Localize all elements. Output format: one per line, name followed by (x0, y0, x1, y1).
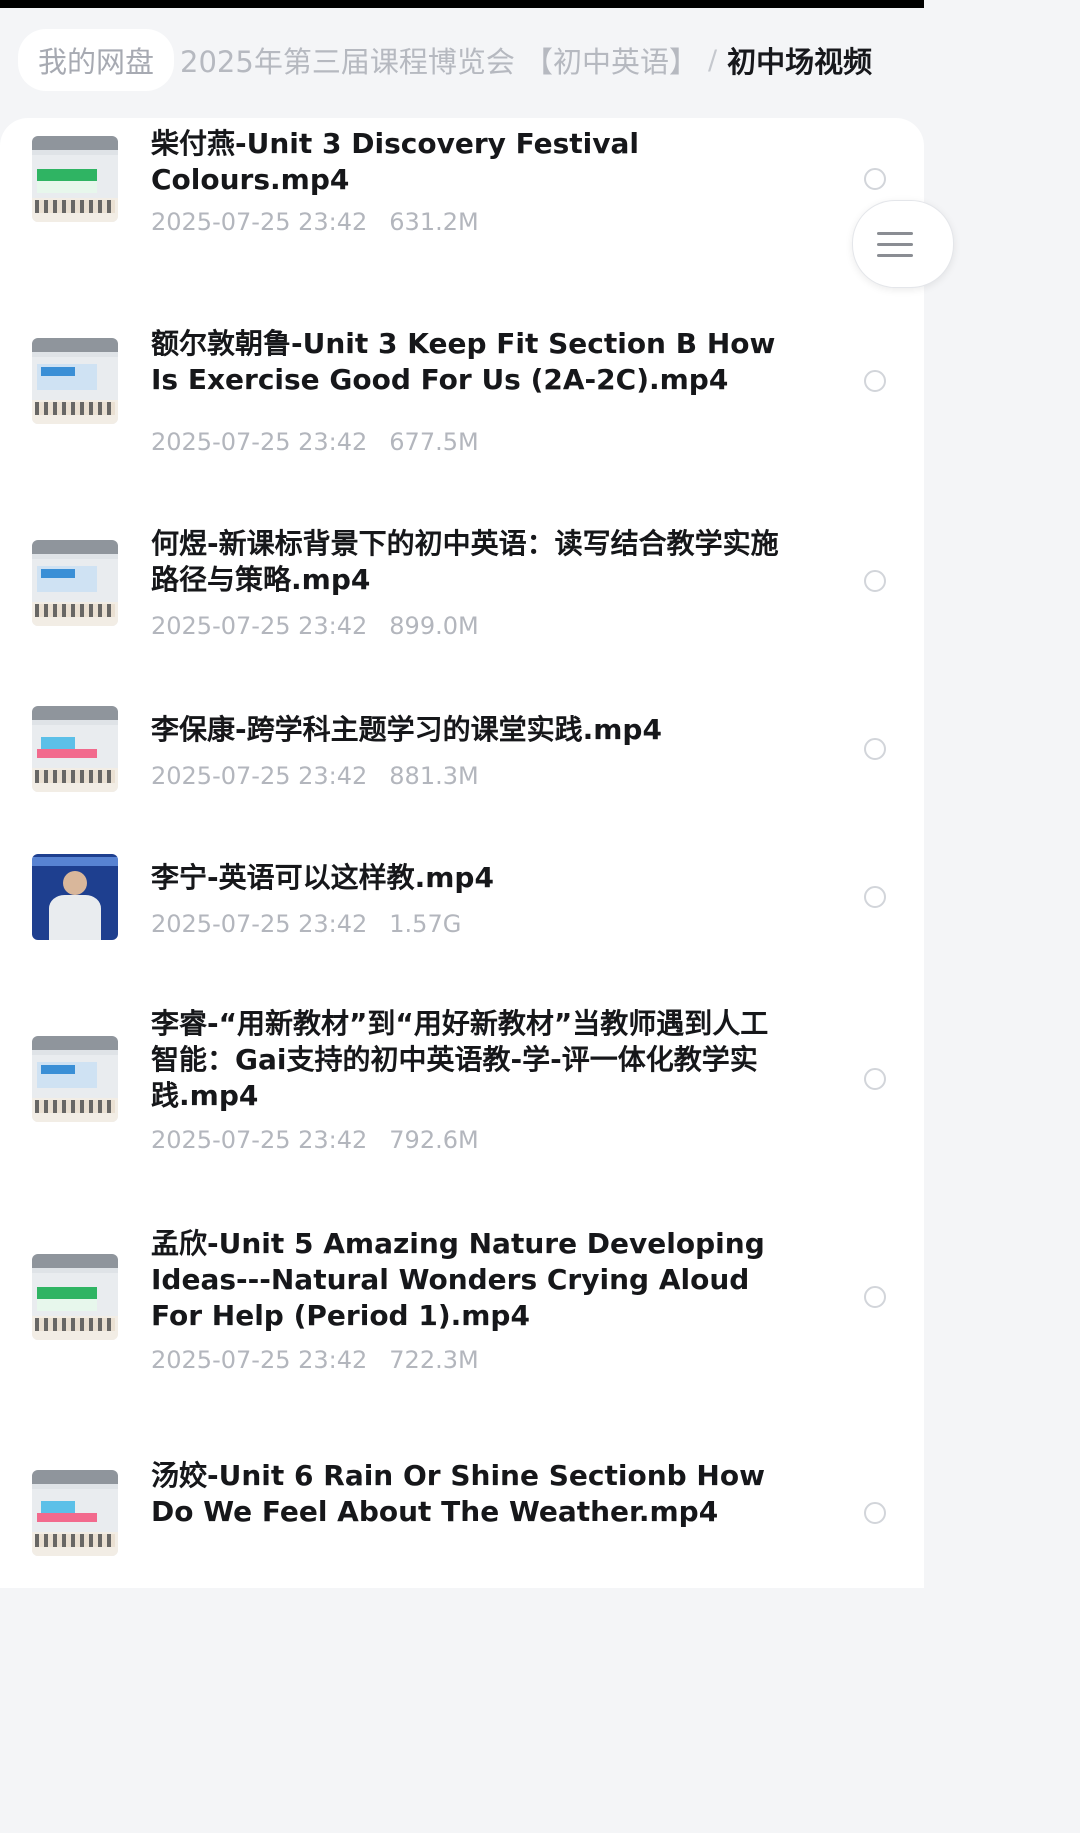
file-date: 2025-07-25 23:42 (151, 428, 368, 456)
file-date: 2025-07-25 23:42 (151, 208, 368, 236)
breadcrumb-root[interactable]: 我的网盘 (18, 29, 175, 91)
file-name: 孟欣-Unit 5 Amazing Nature Developing Idea… (151, 1227, 765, 1332)
breadcrumb-current: 初中场视频 (727, 45, 873, 79)
file-size: 722.3M (389, 1346, 479, 1374)
file-date: 2025-07-25 23:42 (151, 910, 368, 938)
file-name: 何煜-新课标背景下的初中英语：读写结合教学实施路径与策略.mp4 (151, 527, 779, 596)
file-meta: 2025-07-25 23:42 899.0M (151, 612, 479, 640)
select-radio[interactable] (864, 570, 886, 592)
file-date: 2025-07-25 23:42 (151, 1346, 368, 1374)
video-thumbnail (32, 540, 118, 626)
video-thumbnail (32, 338, 118, 424)
file-meta: 2025-07-25 23:42 881.3M (151, 762, 479, 790)
menu-button[interactable] (852, 200, 954, 288)
file-name: 柴付燕-Unit 3 Discovery Festival Colours.mp… (151, 127, 640, 196)
video-thumbnail (32, 706, 118, 792)
breadcrumb-separator: / (708, 44, 718, 76)
file-meta: 2025-07-25 23:42 792.6M (151, 1126, 479, 1154)
file-size: 899.0M (389, 612, 479, 640)
file-size: 631.2M (389, 208, 479, 236)
file-name: 汤姣-Unit 6 Rain Or Shine Sectionb How Do … (151, 1459, 765, 1528)
file-name: 额尔敦朝鲁-Unit 3 Keep Fit Section B How Is E… (151, 327, 776, 396)
file-date: 2025-07-25 23:42 (151, 1126, 368, 1154)
file-date: 2025-07-25 23:42 (151, 612, 368, 640)
file-name: 李睿-“用新教材”到“用好新教材”当教师遇到人工智能：Gai支持的初中英语教-学… (151, 1007, 769, 1112)
file-size: 1.57G (389, 910, 462, 938)
select-radio[interactable] (864, 370, 886, 392)
select-radio[interactable] (864, 886, 886, 908)
video-thumbnail (32, 1254, 118, 1340)
select-radio[interactable] (864, 168, 886, 190)
file-size: 792.6M (389, 1126, 479, 1154)
file-meta: 2025-07-25 23:42 722.3M (151, 1346, 479, 1374)
file-meta: 2025-07-25 23:42 677.5M (151, 428, 479, 456)
select-radio[interactable] (864, 1286, 886, 1308)
file-name: 李保康-跨学科主题学习的课堂实践.mp4 (151, 713, 662, 746)
select-radio[interactable] (864, 738, 886, 760)
video-thumbnail (32, 1036, 118, 1122)
file-meta: 2025-07-25 23:42 631.2M (151, 208, 479, 236)
select-radio[interactable] (864, 1068, 886, 1090)
file-name: 李宁-英语可以这样教.mp4 (151, 861, 494, 894)
status-bar (0, 0, 924, 8)
file-size: 881.3M (389, 762, 479, 790)
video-thumbnail (32, 1470, 118, 1556)
file-date: 2025-07-25 23:42 (151, 762, 368, 790)
video-thumbnail (32, 854, 118, 940)
select-radio[interactable] (864, 1502, 886, 1524)
file-meta: 2025-07-25 23:42 1.57G (151, 910, 461, 938)
video-thumbnail (32, 136, 118, 222)
breadcrumb-folder[interactable]: 2025年第三届课程博览会 【初中英语】 (180, 39, 698, 81)
breadcrumb: 我的网盘 2025年第三届课程博览会 【初中英语】 / 初中场视频 (0, 8, 924, 112)
file-list: 柴付燕-Unit 3 Discovery Festival Colours.mp… (0, 118, 924, 1588)
file-size: 677.5M (389, 428, 479, 456)
